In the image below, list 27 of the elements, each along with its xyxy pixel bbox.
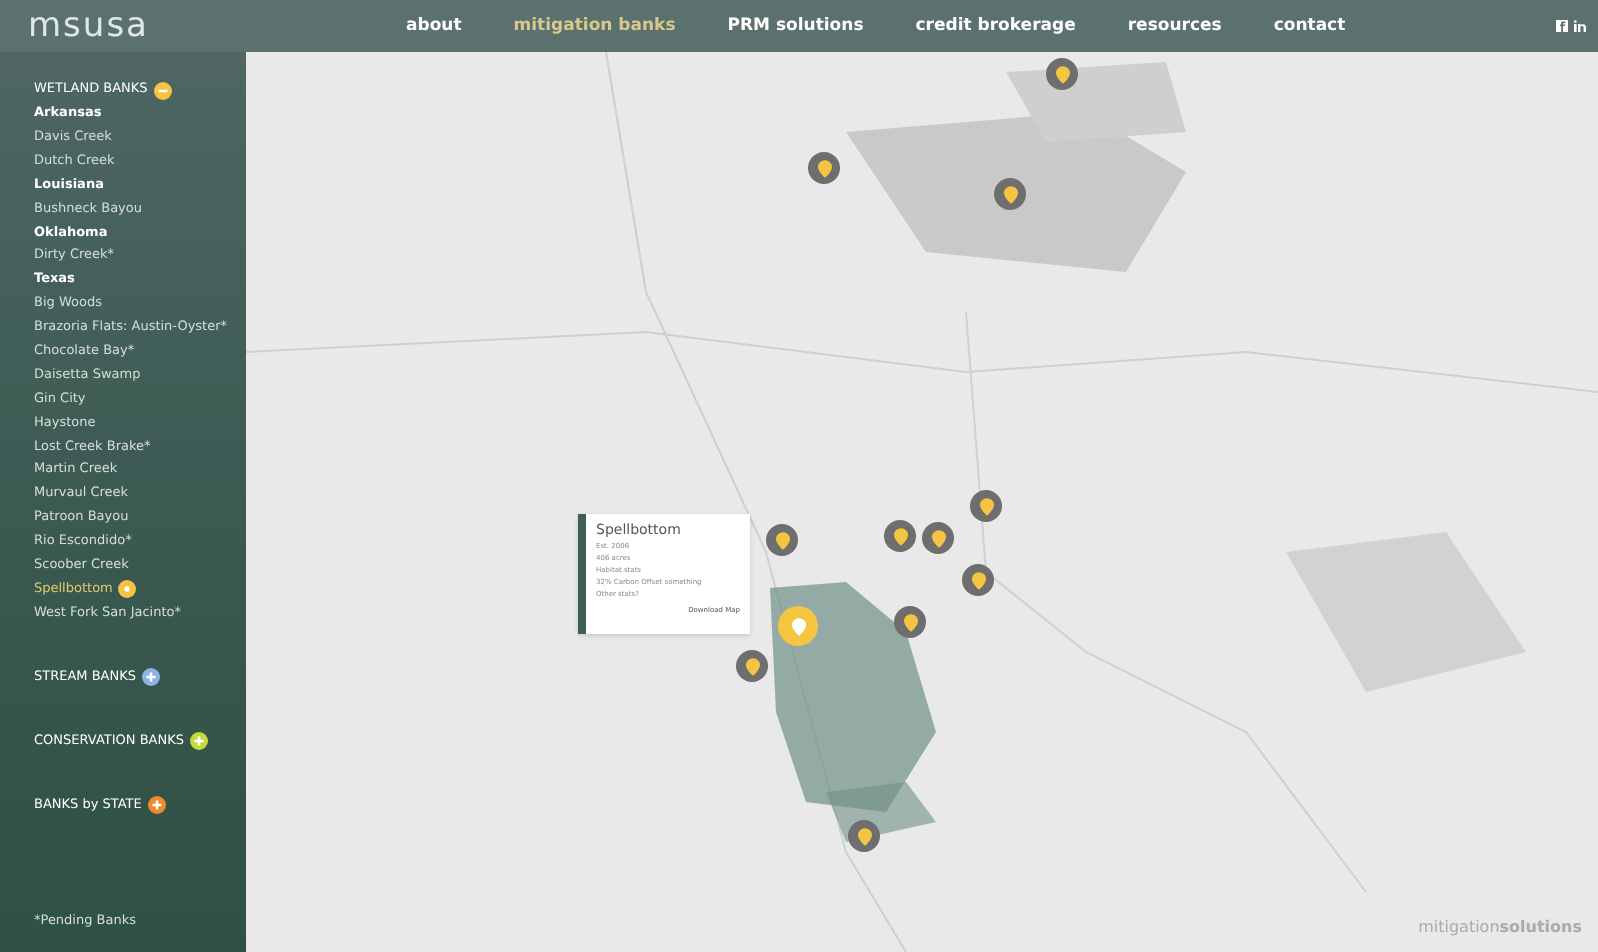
location-pin-icon	[893, 527, 907, 545]
plus-icon[interactable]	[147, 796, 166, 815]
linkedin-icon[interactable]	[1574, 20, 1586, 32]
nav-link[interactable]: about	[406, 13, 462, 39]
location-pin-icon	[979, 497, 993, 515]
nav-link[interactable]: credit brokerage	[915, 13, 1076, 39]
facebook-icon[interactable]	[1556, 20, 1568, 32]
plus-icon[interactable]	[142, 668, 160, 687]
minus-icon[interactable]	[153, 81, 172, 99]
footer-logo: mitigationsolutions	[1418, 916, 1582, 940]
plus-icon[interactable]	[189, 732, 208, 751]
location-pin-icon	[931, 529, 945, 547]
selected-dot-icon	[118, 580, 137, 599]
nav-link[interactable]: PRM solutions	[727, 13, 864, 39]
location-pin-icon	[971, 571, 985, 589]
location-pin-icon	[857, 827, 871, 845]
nav-link[interactable]: mitigation banks	[513, 13, 676, 39]
location-pin-icon	[745, 657, 759, 675]
location-pin-icon	[903, 613, 917, 631]
location-pin-icon	[791, 617, 805, 635]
location-pin-icon	[1003, 185, 1017, 203]
location-pin-icon	[775, 531, 789, 549]
location-pin-icon	[817, 159, 831, 177]
nav-link[interactable]: contact	[1273, 13, 1346, 39]
site-logo[interactable]: msusa	[28, 9, 370, 43]
nav-link[interactable]: resources	[1127, 13, 1222, 39]
location-pin-icon	[1055, 65, 1069, 83]
